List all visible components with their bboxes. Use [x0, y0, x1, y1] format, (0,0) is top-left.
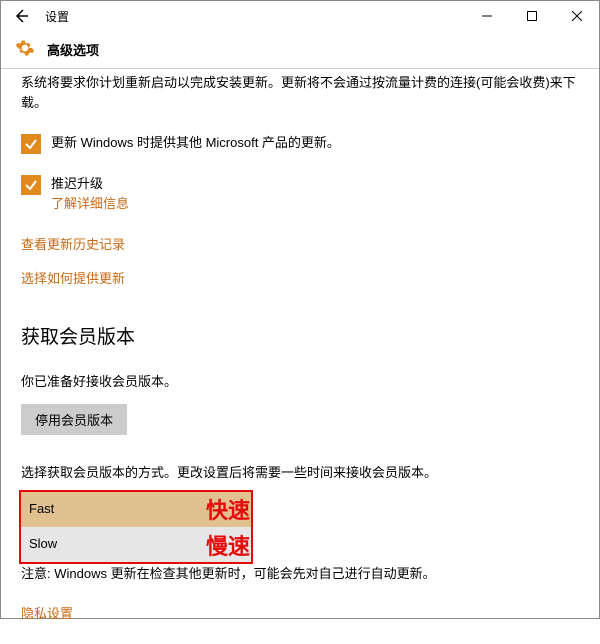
window-title: 设置	[45, 8, 69, 25]
back-button[interactable]	[1, 1, 41, 31]
maximize-icon	[527, 11, 537, 21]
annotation-fast: 快速	[206, 494, 250, 528]
checkbox-ms-products[interactable]: 更新 Windows 时提供其他 Microsoft 产品的更新。	[21, 133, 579, 154]
page-header: 高级选项	[1, 31, 599, 69]
checkbox-label: 更新 Windows 时提供其他 Microsoft 产品的更新。	[51, 133, 340, 153]
gear-icon	[15, 38, 35, 61]
checkbox-icon	[21, 134, 41, 154]
insider-select-desc: 选择获取会员版本的方式。更改设置后将需要一些时间来接收会员版本。	[21, 463, 579, 483]
minimize-icon	[482, 11, 492, 21]
insider-heading: 获取会员版本	[21, 323, 579, 352]
page-title: 高级选项	[47, 40, 99, 59]
close-button[interactable]	[554, 1, 599, 31]
checkbox-defer[interactable]: 推迟升级 了解详细信息	[21, 174, 579, 214]
update-history-link[interactable]: 查看更新历史记录	[21, 235, 125, 255]
content-area: 系统将要求你计划重新启动以完成安装更新。更新将不会通过按流量计费的连接(可能会收…	[1, 69, 599, 644]
checkbox-icon	[21, 175, 41, 195]
disable-insider-button[interactable]: 停用会员版本	[21, 404, 127, 435]
maximize-button[interactable]	[509, 1, 554, 31]
learn-more-link[interactable]: 了解详细信息	[51, 194, 129, 214]
insider-status: 你已准备好接收会员版本。	[21, 372, 579, 392]
annotation-slow: 慢速	[206, 530, 250, 564]
intro-text: 系统将要求你计划重新启动以完成安装更新。更新将不会通过按流量计费的连接(可能会收…	[21, 73, 579, 113]
privacy-settings-link[interactable]: 隐私设置	[21, 604, 73, 624]
insider-note: 注意: Windows 更新在检查其他更新时，可能会先对自己进行自动更新。	[21, 564, 579, 584]
minimize-button[interactable]	[464, 1, 509, 31]
title-bar: 设置	[1, 1, 599, 31]
checkbox-label: 推迟升级	[51, 174, 129, 194]
delivery-link[interactable]: 选择如何提供更新	[21, 269, 125, 289]
close-icon	[572, 11, 582, 21]
back-arrow-icon	[13, 8, 29, 24]
insider-ring-dropdown: Fast Slow 快速 慢速	[21, 492, 251, 562]
